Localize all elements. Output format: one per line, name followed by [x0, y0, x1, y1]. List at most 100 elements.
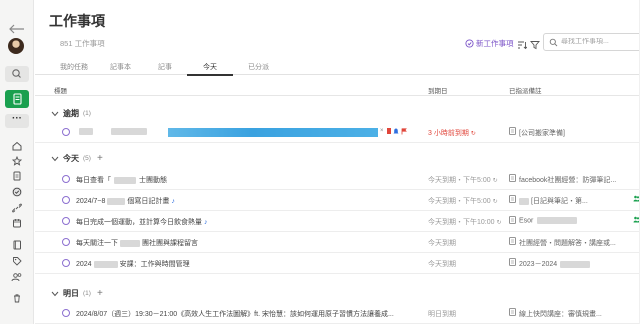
section-label: 逾期 — [63, 109, 79, 118]
note-icon — [509, 258, 516, 266]
more-indicator: × — [380, 128, 384, 134]
due-date: 今天到期・下午5:00 ↻ — [428, 177, 498, 184]
task-title: 2024/8/07（週三）19:30－21:00《高效人生工作法圖解》ft. 宋… — [76, 311, 394, 318]
section-overdue[interactable]: 逾期 (1) — [51, 108, 91, 119]
tag-icon[interactable] — [0, 256, 34, 266]
active-tab-indicator — [187, 74, 233, 76]
task-search-box[interactable] — [543, 33, 640, 51]
task-checkbox[interactable] — [62, 309, 70, 317]
section-today[interactable]: 今天 (5) + — [51, 153, 103, 164]
tab-my-tasks[interactable]: 我的任務 — [60, 62, 88, 72]
star-icon[interactable] — [0, 156, 34, 166]
due-date: 明日到期 — [428, 311, 456, 318]
new-task-button[interactable]: 新工作事項 — [465, 38, 514, 49]
table-row[interactable]: 2024 安課：工作與時間管理 今天到期 2023－2024 — [35, 253, 640, 274]
chevron-down-icon — [51, 156, 59, 161]
add-task-plus-icon[interactable]: + — [97, 153, 103, 164]
avatar[interactable] — [8, 38, 24, 54]
note-link[interactable]: 線上快閃講座：審慎規畫... — [519, 309, 602, 319]
filter-icon[interactable] — [530, 37, 540, 55]
note-icon — [509, 216, 516, 224]
task-title: 每天關注一下 團社團與課程留言 — [76, 239, 198, 247]
column-title[interactable]: 標題 — [54, 85, 67, 95]
redacted-text — [111, 128, 147, 135]
search-icon — [12, 69, 21, 78]
more-icon: ··· — [12, 113, 22, 124]
task-checkbox[interactable] — [62, 196, 70, 204]
new-task-label: 新工作事項 — [476, 39, 514, 48]
add-task-icon — [465, 39, 474, 48]
column-note[interactable]: 已指派備註 — [509, 85, 542, 95]
sort-icon[interactable] — [517, 37, 528, 55]
table-row[interactable]: 每日完成一個運動，並計算今日飲食熱量 ♪ 今天到期・下午10:00 ↻ Esor — [35, 211, 640, 232]
more-button[interactable]: ··· — [5, 114, 29, 128]
task-title: 2024 安課：工作與時間管理 — [76, 260, 190, 268]
bell-icon: ♪ — [203, 219, 208, 226]
section-count: (1) — [83, 110, 91, 117]
highlighted-title — [168, 128, 378, 137]
sidebar-search-button[interactable] — [5, 66, 29, 82]
section-label: 今天 — [63, 154, 79, 163]
trash-icon[interactable] — [0, 293, 34, 303]
task-title: 2024/7~8 個寫日記計畫 ♪ — [76, 197, 175, 205]
note-link[interactable]: Esor — [519, 217, 578, 224]
note-link[interactable]: [公司搬家準備] — [519, 128, 565, 138]
chevron-down-icon — [51, 111, 59, 116]
note-link[interactable]: 社團經營・問題解答・講座或... — [519, 238, 616, 248]
tab-notes[interactable]: 記事 — [158, 62, 172, 72]
note-icon — [509, 308, 516, 316]
note-icon — [509, 174, 516, 182]
note-icon[interactable] — [0, 171, 34, 181]
note-link[interactable]: 2023－2024 — [519, 259, 591, 269]
repeat-icon: ↻ — [492, 199, 498, 205]
repeat-icon: ↻ — [470, 131, 476, 137]
section-count: (5) — [83, 155, 91, 162]
task-search-input[interactable] — [561, 38, 640, 45]
note-link[interactable]: facebook社團經營：防彈筆記... — [519, 175, 616, 185]
back-icon[interactable] — [0, 24, 34, 34]
search-icon — [549, 38, 558, 47]
tab-bar: 我的任務 記事本 記事 今天 已分派 — [35, 59, 640, 76]
task-title: 每日完成一個運動，並計算今日飲食熱量 ♪ — [76, 219, 208, 226]
table-row[interactable]: 2024/7~8 個寫日記計畫 ♪ 今天到期・下午5:00 ↻ [日記與筆記・第.… — [35, 190, 640, 211]
people-icon[interactable] — [0, 272, 34, 282]
repeat-icon: ↻ — [492, 178, 498, 184]
task-checkbox[interactable] — [62, 238, 70, 246]
home-icon[interactable] — [0, 141, 34, 151]
tab-today[interactable]: 今天 — [203, 62, 217, 72]
new-note-button[interactable] — [5, 90, 29, 108]
new-note-icon — [13, 93, 22, 105]
add-task-plus-icon[interactable]: + — [97, 288, 103, 299]
page-title: 工作事項 — [49, 13, 105, 29]
due-date: 今天到期・下午10:00 ↻ — [428, 219, 502, 226]
task-check-icon[interactable] — [0, 186, 34, 198]
tab-notebooks[interactable]: 記事本 — [110, 62, 131, 72]
calendar-icon[interactable] — [0, 218, 34, 228]
tab-assigned[interactable]: 已分派 — [248, 62, 269, 72]
repeat-icon: ↻ — [496, 220, 502, 226]
task-checkbox[interactable] — [62, 259, 70, 267]
column-due[interactable]: 到期日 — [428, 85, 448, 95]
bell-icon: ♪ — [171, 198, 175, 205]
section-tomorrow[interactable]: 明日 (1) + — [51, 288, 103, 299]
redacted-text — [79, 128, 93, 135]
main-panel: 工作事項 851 工作事項 新工作事項 我的任務 記事本 記事 今天 已分派 標… — [35, 0, 640, 324]
table-row[interactable]: 每天關注一下 團社團與課程留言 今天到期 社團經營・問題解答・講座或... — [35, 232, 640, 253]
note-icon — [509, 237, 516, 245]
task-checkbox[interactable] — [62, 175, 70, 183]
table-row[interactable]: 每日查看「 士團動態 今天到期・下午5:00 ↻ facebook社團經營：防彈筆… — [35, 169, 640, 190]
task-checkbox[interactable] — [62, 217, 70, 225]
task-checkbox[interactable] — [62, 128, 70, 136]
link-icon[interactable] — [0, 203, 34, 213]
due-date: 3 小時前到期 ↻ — [428, 130, 476, 137]
due-date: 今天到期 — [428, 261, 456, 268]
section-count: (1) — [83, 290, 91, 297]
task-count: 851 工作事項 — [60, 39, 105, 48]
table-row[interactable]: 2024/8/07（週三）19:30－21:00《高效人生工作法圖解》ft. 宋… — [35, 303, 640, 324]
note-link[interactable]: [日記與筆記・第... — [519, 196, 588, 206]
notebook-icon[interactable] — [0, 240, 34, 250]
table-row[interactable]: × 3 小時前到期 ↻ [公司搬家準備] — [35, 122, 640, 143]
bell-icon — [393, 128, 399, 134]
task-title: 每日查看「 士團動態 — [76, 176, 167, 184]
note-icon — [509, 127, 516, 135]
